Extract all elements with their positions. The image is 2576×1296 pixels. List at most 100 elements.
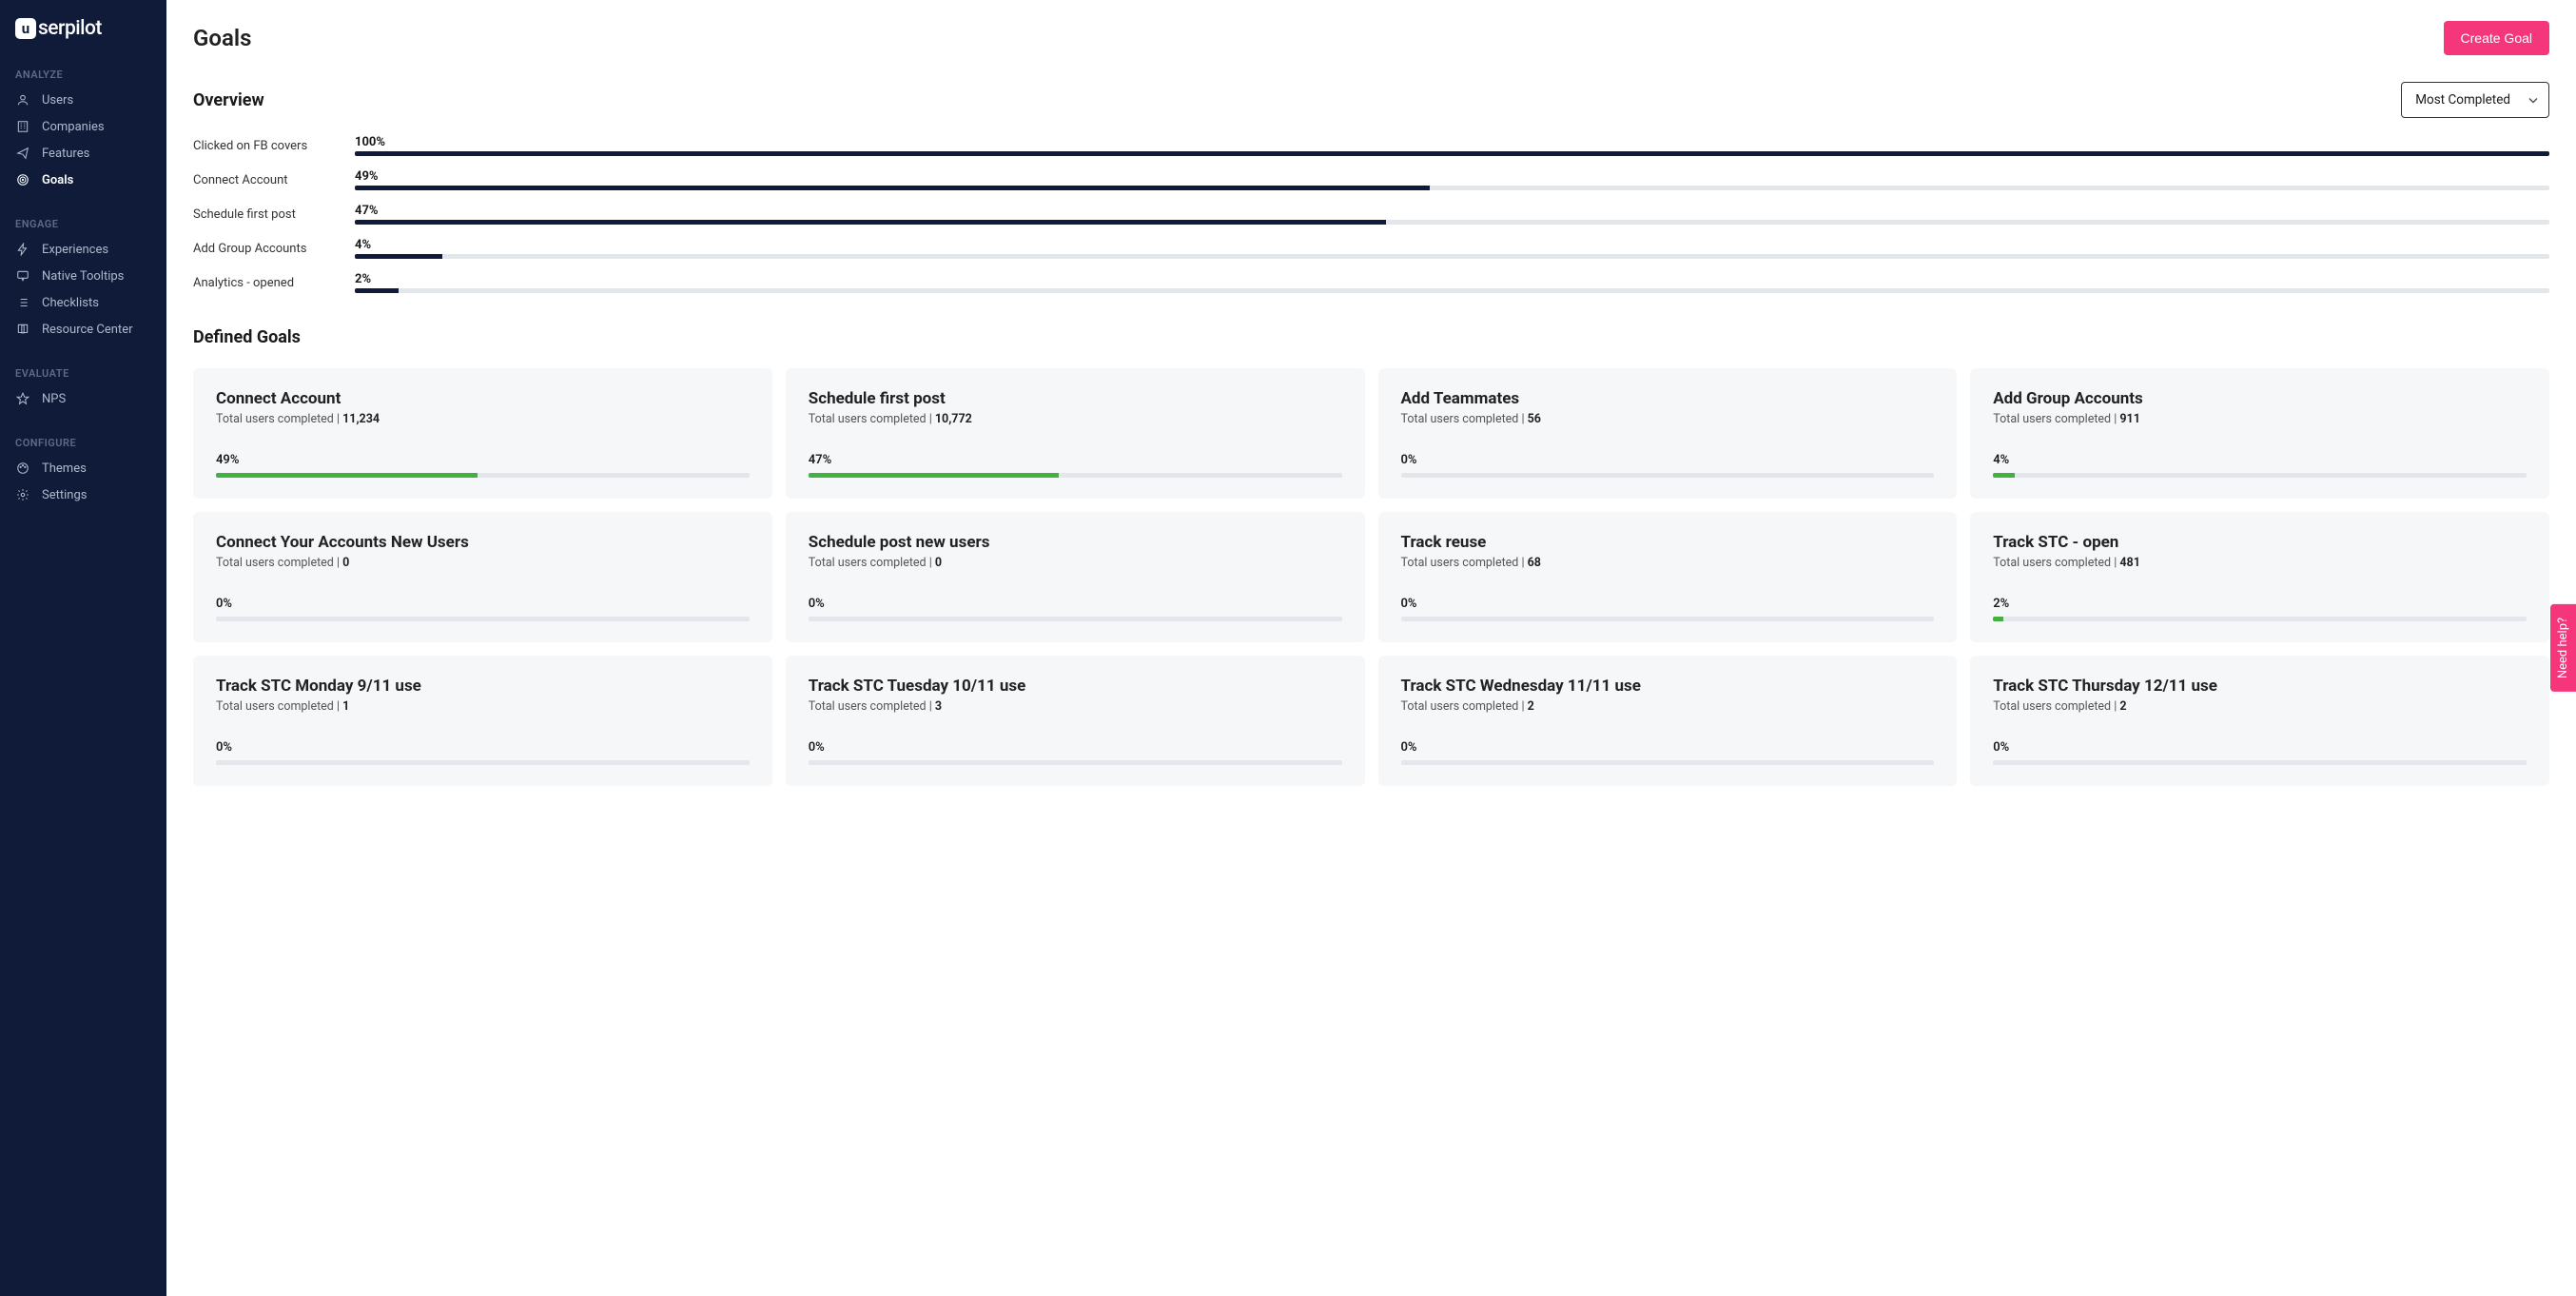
goal-card-title: Track STC Thursday 12/11 use xyxy=(1993,677,2527,696)
goal-card-title: Track STC - open xyxy=(1993,533,2527,552)
overview-heading: Overview xyxy=(193,90,264,110)
goal-card-fill xyxy=(1993,473,2014,478)
logo[interactable]: u serpilot xyxy=(0,17,166,61)
user-icon xyxy=(15,92,30,108)
overview-track xyxy=(355,254,2549,259)
goal-card-subtitle: Total users completed | 481 xyxy=(1993,556,2527,570)
overview-bar: 100% xyxy=(355,135,2549,156)
goal-card-subtitle: Total users completed | 0 xyxy=(809,556,1342,570)
goal-card-track xyxy=(1993,760,2527,765)
goal-card-percent: 0% xyxy=(1401,740,1935,755)
sidebar: u serpilot ANALYZEUsersCompaniesFeatures… xyxy=(0,0,166,1296)
sidebar-item-features[interactable]: Features xyxy=(0,140,166,167)
goal-card-subtitle: Total users completed | 2 xyxy=(1993,699,2527,714)
goal-card-fill xyxy=(216,473,478,478)
overview-bar: 2% xyxy=(355,272,2549,293)
sidebar-item-goals[interactable]: Goals xyxy=(0,167,166,193)
list-icon xyxy=(15,295,30,310)
goal-card-percent: 0% xyxy=(809,740,1342,755)
nav-section-header: ENGAGE xyxy=(0,210,166,236)
sidebar-item-companies[interactable]: Companies xyxy=(0,113,166,140)
goal-card-subtitle: Total users completed | 1 xyxy=(216,699,750,714)
goal-card[interactable]: Schedule first post Total users complete… xyxy=(786,368,1365,499)
sidebar-item-users[interactable]: Users xyxy=(0,87,166,113)
goal-card[interactable]: Connect Account Total users completed | … xyxy=(193,368,772,499)
goal-card[interactable]: Track STC Thursday 12/11 use Total users… xyxy=(1970,656,2549,786)
goal-card[interactable]: Add Group Accounts Total users completed… xyxy=(1970,368,2549,499)
sidebar-item-label: NPS xyxy=(42,392,66,406)
goal-card[interactable]: Track STC Tuesday 10/11 use Total users … xyxy=(786,656,1365,786)
goal-card[interactable]: Track STC Wednesday 11/11 use Total user… xyxy=(1378,656,1958,786)
goal-card-percent: 0% xyxy=(216,597,750,611)
goal-card-title: Track reuse xyxy=(1401,533,1935,552)
goal-card-title: Track STC Monday 9/11 use xyxy=(216,677,750,696)
overview-track xyxy=(355,220,2549,225)
nav-section-header: CONFIGURE xyxy=(0,429,166,455)
bolt-icon xyxy=(15,242,30,257)
sidebar-item-nps[interactable]: NPS xyxy=(0,385,166,412)
sidebar-item-label: Checklists xyxy=(42,296,99,310)
overview-fill xyxy=(355,151,2549,156)
overview-label: Clicked on FB covers xyxy=(193,139,336,153)
overview-percent: 100% xyxy=(355,135,2549,149)
goal-card-track xyxy=(1993,473,2527,478)
goal-card[interactable]: Connect Your Accounts New Users Total us… xyxy=(193,512,772,642)
send-icon xyxy=(15,146,30,161)
overview-label: Analytics - opened xyxy=(193,276,336,290)
sidebar-item-checklists[interactable]: Checklists xyxy=(0,289,166,316)
help-tab[interactable]: Need help? xyxy=(2550,604,2576,692)
overview-percent: 47% xyxy=(355,204,2549,218)
goal-card[interactable]: Schedule post new users Total users comp… xyxy=(786,512,1365,642)
overview-fill xyxy=(355,186,1430,190)
sidebar-item-themes[interactable]: Themes xyxy=(0,455,166,481)
star-icon xyxy=(15,391,30,406)
overview-percent: 49% xyxy=(355,169,2549,184)
sidebar-item-native-tooltips[interactable]: Native Tooltips xyxy=(0,263,166,289)
goal-card-track xyxy=(216,473,750,478)
sort-select-wrap: Most Completed xyxy=(2401,82,2549,118)
goal-card-track xyxy=(809,760,1342,765)
sidebar-item-label: Resource Center xyxy=(42,323,133,337)
goal-card-subtitle: Total users completed | 0 xyxy=(216,556,750,570)
goal-card[interactable]: Track STC Monday 9/11 use Total users co… xyxy=(193,656,772,786)
building-icon xyxy=(15,119,30,134)
goal-card[interactable]: Add Teammates Total users completed | 56… xyxy=(1378,368,1958,499)
main-content: Goals Create Goal Overview Most Complete… xyxy=(166,0,2576,1296)
goal-card[interactable]: Track reuse Total users completed | 68 0… xyxy=(1378,512,1958,642)
goal-card-title: Track STC Tuesday 10/11 use xyxy=(809,677,1342,696)
target-icon xyxy=(15,172,30,187)
goal-card-percent: 0% xyxy=(1401,453,1935,467)
overview-list: Clicked on FB covers 100% Connect Accoun… xyxy=(193,135,2549,293)
sort-select[interactable]: Most Completed xyxy=(2401,82,2549,118)
goal-card-percent: 4% xyxy=(1993,453,2527,467)
goal-card-title: Track STC Wednesday 11/11 use xyxy=(1401,677,1935,696)
sidebar-item-experiences[interactable]: Experiences xyxy=(0,236,166,263)
overview-bar: 47% xyxy=(355,204,2549,225)
overview-fill xyxy=(355,254,442,259)
sidebar-item-label: Experiences xyxy=(42,243,108,257)
create-goal-button[interactable]: Create Goal xyxy=(2444,21,2549,55)
overview-percent: 2% xyxy=(355,272,2549,286)
overview-row: Add Group Accounts 4% xyxy=(193,238,2549,259)
overview-row: Schedule first post 47% xyxy=(193,204,2549,225)
goal-card-title: Connect Account xyxy=(216,389,750,408)
goal-card-percent: 0% xyxy=(216,740,750,755)
goal-grid: Connect Account Total users completed | … xyxy=(193,368,2549,786)
sidebar-item-settings[interactable]: Settings xyxy=(0,481,166,508)
sidebar-item-label: Companies xyxy=(42,120,105,134)
goal-card-title: Connect Your Accounts New Users xyxy=(216,533,750,552)
goal-card-percent: 0% xyxy=(1993,740,2527,755)
overview-track xyxy=(355,288,2549,293)
overview-label: Add Group Accounts xyxy=(193,242,336,256)
sidebar-item-label: Features xyxy=(42,147,89,161)
overview-track xyxy=(355,186,2549,190)
sidebar-item-resource-center[interactable]: Resource Center xyxy=(0,316,166,343)
goal-card[interactable]: Track STC - open Total users completed |… xyxy=(1970,512,2549,642)
goal-card-subtitle: Total users completed | 2 xyxy=(1401,699,1935,714)
overview-label: Connect Account xyxy=(193,173,336,187)
goal-card-title: Schedule post new users xyxy=(809,533,1342,552)
goal-card-subtitle: Total users completed | 68 xyxy=(1401,556,1935,570)
tooltip-icon xyxy=(15,268,30,284)
logo-icon: u xyxy=(15,18,36,39)
overview-label: Schedule first post xyxy=(193,207,336,222)
